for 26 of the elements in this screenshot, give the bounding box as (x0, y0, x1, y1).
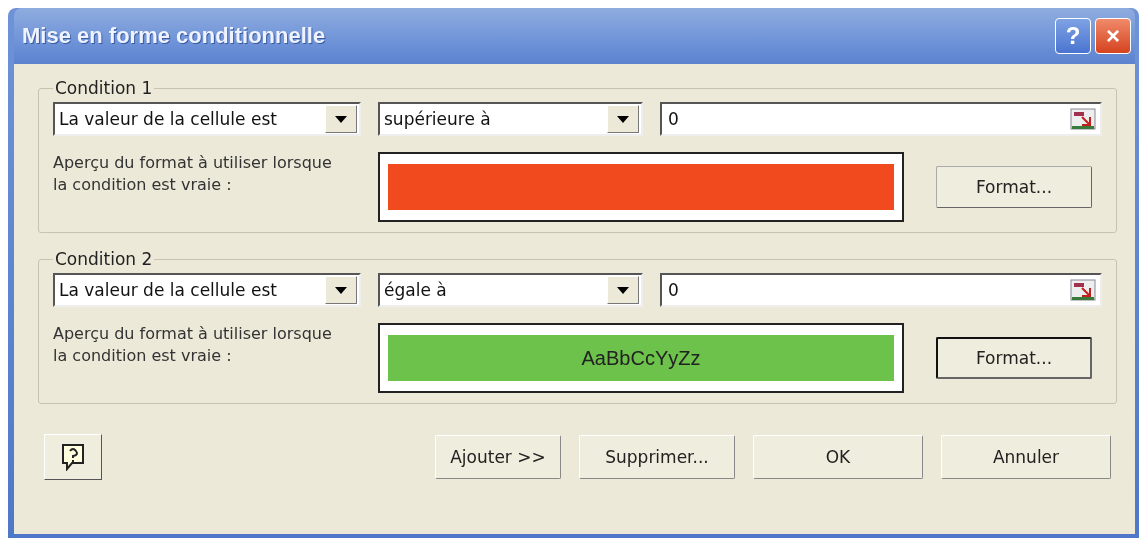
window-title: Mise en forme conditionnelle (22, 23, 326, 49)
operator-dropdown[interactable]: supérieure à (378, 102, 643, 136)
collapse-dialog-icon[interactable] (1070, 278, 1096, 302)
dropdown-arrow-icon (617, 286, 629, 294)
dialog-button[interactable]: Ajouter >> (435, 435, 561, 479)
preview-sample: AaBbCcYyZz (581, 346, 701, 370)
help-button[interactable] (44, 434, 102, 480)
help-icon (60, 443, 86, 471)
value-field[interactable]: 0 (660, 102, 1102, 136)
dialog-button[interactable]: Supprimer... (579, 435, 735, 479)
group-title: Condition 1 (54, 78, 154, 98)
field-dropdown[interactable]: La valeur de la cellule est (53, 273, 361, 307)
preview-label: Aperçu du format à utiliser lorsque la condition est vraie : (53, 152, 333, 196)
dialog-button[interactable]: Annuler (941, 435, 1111, 479)
dropdown-arrow-icon (335, 286, 347, 294)
preview-label: Aperçu du format à utiliser lorsque la condition est vraie : (53, 323, 333, 367)
dialog-button[interactable]: OK (753, 435, 923, 479)
value-field[interactable]: 0 (660, 273, 1102, 307)
collapse-dialog-icon[interactable] (1070, 107, 1096, 131)
format-button[interactable]: Format... (936, 166, 1092, 208)
group-title: Condition 2 (54, 249, 154, 269)
dropdown-arrow-icon (335, 115, 347, 123)
operator-dropdown[interactable]: égale à (378, 273, 643, 307)
field-dropdown[interactable]: La valeur de la cellule est (53, 102, 361, 136)
format-button[interactable]: Format... (936, 337, 1092, 379)
dropdown-arrow-icon (617, 115, 629, 123)
